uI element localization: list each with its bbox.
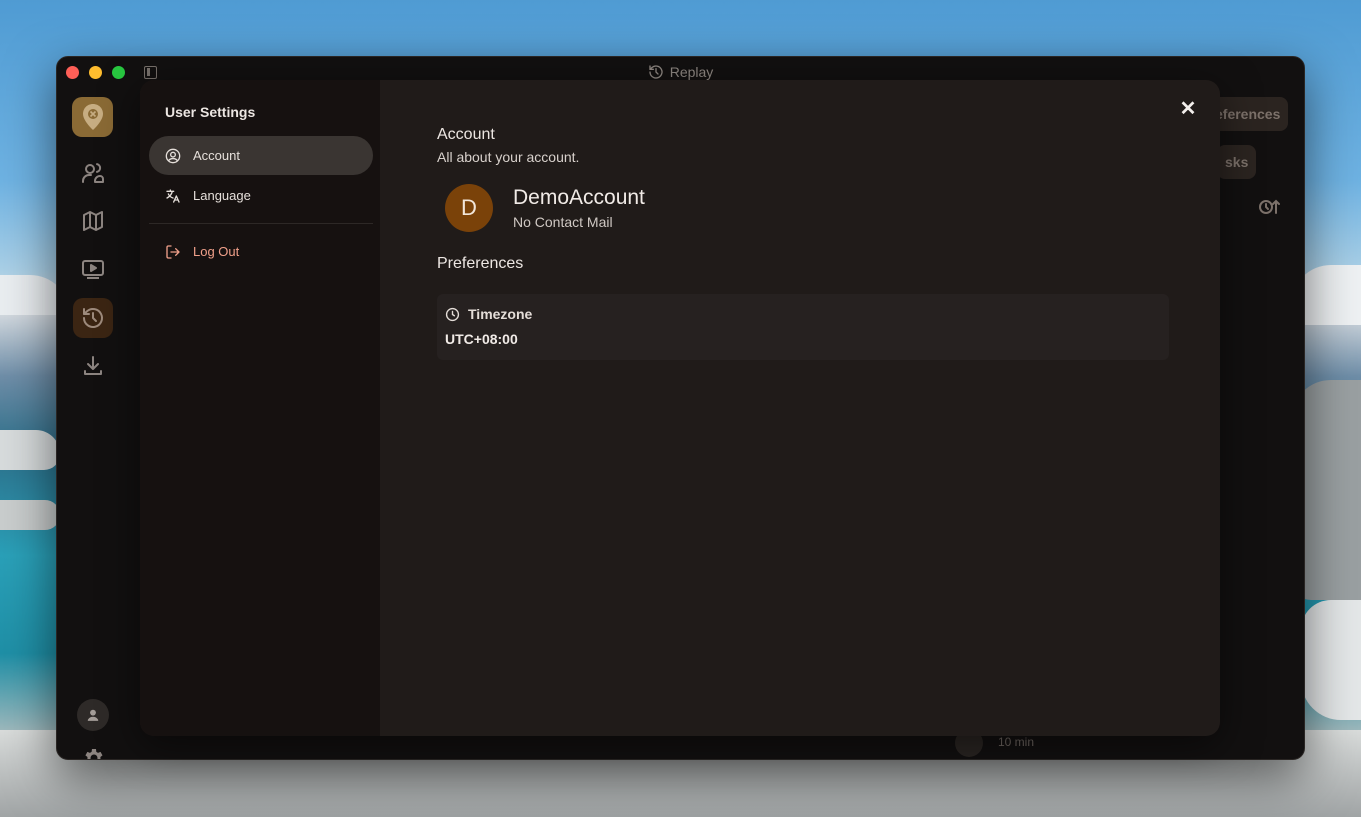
bg-duration: 10 min bbox=[998, 735, 1035, 749]
window-title-text: Replay bbox=[669, 64, 714, 80]
logout-icon bbox=[166, 244, 180, 259]
person-icon bbox=[87, 709, 99, 721]
nav-settings[interactable] bbox=[73, 738, 113, 759]
settings-sidebar: User Settings Account Language Log Out bbox=[140, 80, 380, 736]
timezone-label: Timezone bbox=[468, 306, 533, 322]
settings-tab-language-label: Language bbox=[193, 188, 251, 203]
users-icon bbox=[82, 163, 104, 183]
download-icon bbox=[84, 356, 102, 375]
desktop-rock-left-2 bbox=[0, 500, 60, 530]
window-title: Replay bbox=[57, 64, 1304, 80]
preferences-section-title: Preferences bbox=[437, 255, 524, 272]
timezone-value: UTC+08:00 bbox=[445, 331, 518, 347]
logout-button[interactable]: Log Out bbox=[149, 232, 373, 271]
nav-map[interactable] bbox=[73, 201, 113, 241]
map-icon bbox=[83, 211, 103, 231]
close-icon[interactable]: ✕ bbox=[1176, 96, 1200, 120]
profile-button[interactable] bbox=[77, 699, 109, 731]
app-logo[interactable] bbox=[72, 97, 113, 137]
account-mail: No Contact Mail bbox=[513, 214, 613, 230]
play-screen-icon bbox=[82, 260, 104, 279]
nav-download[interactable] bbox=[73, 346, 113, 386]
history-icon bbox=[649, 65, 663, 79]
timezone-label-row: Timezone bbox=[445, 306, 532, 322]
sidebar-divider bbox=[149, 223, 373, 224]
account-section-subtitle: All about your account. bbox=[437, 149, 580, 165]
gear-icon bbox=[85, 749, 103, 759]
settings-tab-account[interactable]: Account bbox=[149, 136, 373, 175]
user-circle-icon bbox=[165, 148, 181, 163]
desktop-rock-right-2 bbox=[1301, 600, 1361, 720]
nav-media[interactable] bbox=[73, 249, 113, 289]
history-icon bbox=[83, 308, 103, 328]
translate-icon bbox=[166, 188, 180, 203]
bg-tasks-tab: sks bbox=[1217, 145, 1257, 179]
account-name: DemoAccount bbox=[513, 186, 645, 209]
user-settings-modal: User Settings Account Language Log Out ✕… bbox=[140, 80, 1220, 736]
settings-content: ✕ Account All about your account. D Demo… bbox=[380, 80, 1220, 736]
account-section-title: Account bbox=[437, 126, 495, 143]
account-avatar: D bbox=[445, 184, 493, 232]
settings-tab-account-label: Account bbox=[193, 148, 240, 163]
settings-sidebar-title: User Settings bbox=[165, 104, 256, 120]
bg-sort-icon bbox=[1258, 197, 1280, 222]
nav-users[interactable] bbox=[73, 153, 113, 193]
timezone-preference[interactable]: Timezone UTC+08:00 bbox=[437, 294, 1169, 360]
app-nav-rail bbox=[57, 89, 129, 759]
desktop-rock-left bbox=[0, 430, 60, 470]
settings-tab-language[interactable]: Language bbox=[149, 176, 373, 215]
clock-icon bbox=[445, 307, 460, 321]
nav-history[interactable] bbox=[73, 298, 113, 338]
logout-label: Log Out bbox=[193, 244, 240, 259]
map-pin-logo-icon bbox=[82, 104, 103, 130]
